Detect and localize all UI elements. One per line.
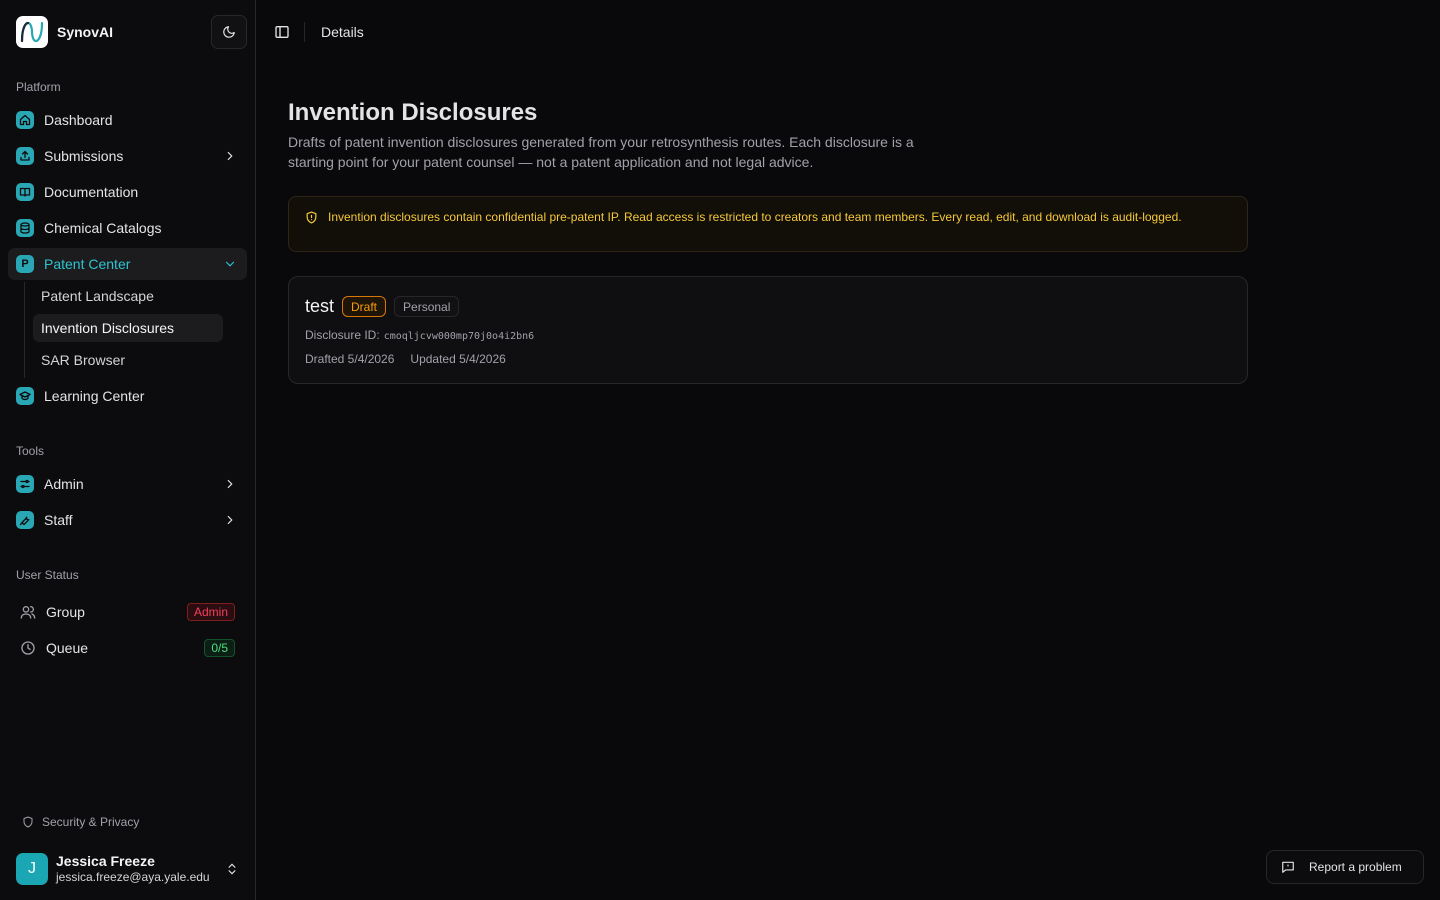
graduation-cap-icon bbox=[16, 387, 34, 405]
sidebar-subitem-sar-browser[interactable]: SAR Browser bbox=[33, 346, 223, 374]
upload-icon bbox=[16, 147, 34, 165]
report-problem-button[interactable]: Report a problem bbox=[1266, 850, 1424, 884]
synovai-logo-icon bbox=[16, 16, 48, 48]
status-badge: Draft bbox=[342, 296, 387, 317]
page-description: Drafts of patent invention disclosures g… bbox=[288, 134, 914, 170]
sidebar-toggle-icon[interactable] bbox=[274, 24, 290, 40]
shield-icon bbox=[23, 816, 33, 828]
role-badge: Admin bbox=[186, 603, 235, 621]
user-name: Jessica Freeze bbox=[56, 853, 155, 869]
status-item-queue[interactable]: Queue 0/5 bbox=[8, 632, 247, 664]
avatar: J bbox=[16, 853, 48, 885]
disclosure-id-value: cmoqljcvw000mp70j0o4i2bn6 bbox=[383, 331, 535, 342]
user-menu[interactable]: J Jessica Freeze jessica.freeze@aya.yale… bbox=[16, 852, 247, 886]
report-problem-label: Report a problem bbox=[1309, 860, 1402, 874]
status-item-label: Queue bbox=[46, 640, 89, 656]
sidebar-item-label: Staff bbox=[44, 512, 73, 528]
user-status-group-label: User Status bbox=[16, 568, 79, 582]
security-privacy-link[interactable]: Security & Privacy bbox=[22, 813, 139, 831]
chevrons-up-down-icon bbox=[228, 863, 236, 875]
queue-count-badge: 0/5 bbox=[204, 639, 235, 657]
main-content: Details Invention Disclosures Drafts of … bbox=[256, 0, 1440, 900]
status-item-label: Group bbox=[46, 604, 85, 620]
submenu-rail bbox=[24, 282, 25, 378]
sidebar-item-label: Patent Center bbox=[44, 256, 131, 272]
updated-date: Updated 5/4/2026 bbox=[410, 352, 506, 366]
sidebar: SynovAI Platform Dashboard Submissions D… bbox=[0, 0, 256, 900]
sidebar-subitem-patent-landscape[interactable]: Patent Landscape bbox=[33, 282, 223, 310]
wrench-icon bbox=[16, 511, 34, 529]
drafted-date: Drafted 5/4/2026 bbox=[305, 352, 395, 366]
breadcrumb: Details bbox=[321, 24, 364, 40]
sidebar-item-label: Admin bbox=[44, 476, 84, 492]
sidebar-item-dashboard[interactable]: Dashboard bbox=[8, 104, 247, 136]
sidebar-item-learning-center[interactable]: Learning Center bbox=[8, 380, 247, 412]
scope-badge: Personal bbox=[394, 296, 460, 317]
confidentiality-alert: Invention disclosures contain confidenti… bbox=[288, 196, 1248, 252]
sidebar-item-label: Submissions bbox=[44, 148, 124, 164]
chevron-right-icon bbox=[227, 479, 233, 489]
sidebar-item-label: Chemical Catalogs bbox=[44, 220, 162, 236]
disclosure-id-label: Disclosure ID: bbox=[305, 328, 380, 342]
users-icon bbox=[20, 606, 36, 619]
chevron-right-icon bbox=[227, 151, 233, 161]
moon-icon bbox=[223, 26, 235, 38]
sidebar-item-documentation[interactable]: Documentation bbox=[8, 176, 247, 208]
home-icon bbox=[16, 111, 34, 129]
book-icon bbox=[16, 183, 34, 201]
message-square-icon bbox=[1282, 861, 1294, 873]
brand-name: SynovAI bbox=[57, 24, 114, 40]
sidebar-item-label: Documentation bbox=[44, 184, 139, 200]
chevron-down-icon bbox=[225, 261, 235, 267]
letter-p-icon: P bbox=[16, 255, 34, 273]
topbar-divider bbox=[304, 22, 305, 42]
user-email: jessica.freeze@aya.yale.edu bbox=[56, 870, 210, 884]
sidebar-subitem-invention-disclosures[interactable]: Invention Disclosures bbox=[33, 314, 223, 342]
page-title: Invention Disclosures bbox=[288, 99, 538, 126]
sidebar-item-admin[interactable]: Admin bbox=[8, 468, 247, 500]
sidebar-item-chemical-catalogs[interactable]: Chemical Catalogs bbox=[8, 212, 247, 244]
status-item-group[interactable]: Group Admin bbox=[8, 596, 247, 628]
platform-group-label: Platform bbox=[16, 80, 61, 94]
tools-group-label: Tools bbox=[16, 444, 45, 458]
disclosure-dates: Drafted 5/4/2026 Updated 5/4/2026 bbox=[305, 352, 506, 366]
shield-alert-icon bbox=[306, 211, 317, 224]
database-icon bbox=[16, 219, 34, 237]
disclosure-title: test bbox=[305, 296, 335, 316]
sidebar-item-patent-center[interactable]: P Patent Center bbox=[8, 248, 247, 280]
theme-toggle-button[interactable] bbox=[211, 15, 247, 49]
security-privacy-label: Security & Privacy bbox=[42, 815, 140, 829]
brand[interactable]: SynovAI bbox=[16, 16, 113, 48]
sidebar-item-staff[interactable]: Staff bbox=[8, 504, 247, 536]
sidebar-item-submissions[interactable]: Submissions bbox=[8, 140, 247, 172]
disclosure-card[interactable]: test Draft Personal Disclosure ID: cmoql… bbox=[288, 276, 1248, 384]
clock-icon bbox=[21, 641, 35, 655]
sidebar-item-label: Dashboard bbox=[44, 112, 113, 128]
sidebar-item-label: Learning Center bbox=[44, 388, 145, 404]
topbar: Details bbox=[256, 0, 1440, 64]
sliders-icon bbox=[16, 475, 34, 493]
disclosure-id: Disclosure ID: cmoqljcvw000mp70j0o4i2bn6 bbox=[305, 328, 534, 342]
alert-text: Invention disclosures contain confidenti… bbox=[328, 210, 1182, 224]
chevron-right-icon bbox=[227, 515, 233, 525]
